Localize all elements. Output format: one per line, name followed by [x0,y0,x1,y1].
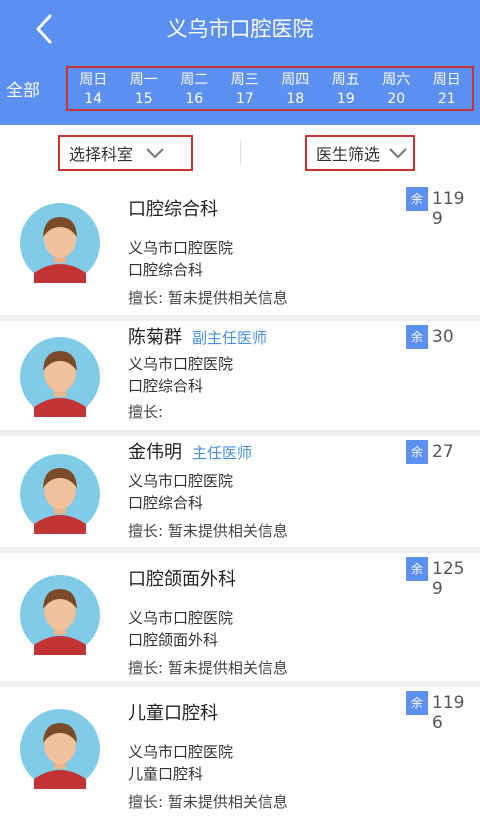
remaining-count: 27 [432,442,454,462]
skill-text: 擅长: [128,403,164,421]
remaining-count: 125 9 [432,559,465,599]
doctor-avatar-icon [20,575,100,655]
remaining-badge: 余 [406,325,428,349]
card-title: 口腔颌面外科 [128,569,236,590]
skill-text: 擅长: 暂未提供相关信息 [128,522,288,540]
department-name: 口腔颌面外科 [128,631,219,649]
skill-text: 擅长: 暂未提供相关信息 [128,289,288,307]
list-item[interactable]: 陈菊群 副主任医师 义乌市口腔医院 口腔综合科 擅长: 余 30 [0,315,480,430]
filter-bar: 选择科室 医生筛选 [0,125,480,183]
remaining-badge: 余 [406,440,428,464]
list-item[interactable]: 口腔颌面外科 义乌市口腔医院 口腔颌面外科 擅长: 暂未提供相关信息 余 125… [0,547,480,681]
filter-divider [240,141,241,165]
department-filter-label: 选择科室 [69,145,134,164]
page-title: 义乌市口腔医院 [166,17,314,41]
chevron-down-icon [146,148,164,159]
doctor-rank: 副主任医师 [192,329,268,347]
department-name: 口腔综合科 [128,377,204,395]
hospital-name: 义乌市口腔医院 [128,609,234,627]
date-tab[interactable]: 周五 19 [321,68,372,109]
doctor-avatar-icon [20,203,100,283]
date-selector: 周日 14 周一 15 周二 16 周三 17 周四 18 周五 19 周六 20 周日 21 [66,66,474,111]
list-item[interactable]: 金伟明 主任医师 义乌市口腔医院 口腔综合科 擅长: 暂未提供相关信息 余 27 [0,430,480,547]
hospital-name: 义乌市口腔医院 [128,239,234,257]
doctor-avatar-icon [20,337,100,417]
card-title: 金伟明 主任医师 [128,442,253,463]
hospital-name: 义乌市口腔医院 [128,472,234,490]
skill-text: 擅长: 暂未提供相关信息 [128,793,288,811]
doctor-rank: 主任医师 [192,444,253,462]
department-filter-dropdown[interactable]: 选择科室 [58,135,193,171]
remaining-count: 119 6 [432,693,465,733]
hospital-name: 义乌市口腔医院 [128,743,234,761]
list-item[interactable]: 口腔综合科 义乌市口腔医院 口腔综合科 擅长: 暂未提供相关信息 余 119 9 [0,183,480,315]
doctor-list: 口腔综合科 义乌市口腔医院 口腔综合科 擅长: 暂未提供相关信息 余 119 9 … [0,183,480,816]
chevron-down-icon [389,148,407,159]
top-header: 义乌市口腔医院 全部 周日 14 周一 15 周二 16 周三 17 周四 18 周五 19… [0,0,480,125]
doctor-avatar-icon [20,454,100,534]
remaining-badge: 余 [406,691,428,715]
doctor-filter-dropdown[interactable]: 医生筛选 [305,135,415,171]
remaining-count: 30 [432,327,454,347]
date-tab[interactable]: 周日 14 [68,68,119,109]
date-tab[interactable]: 周三 17 [220,68,271,109]
department-name: 口腔综合科 [128,261,204,279]
remaining-badge: 余 [406,187,428,211]
date-tab[interactable]: 周一 15 [119,68,170,109]
doctor-avatar-icon [20,709,100,789]
doctor-filter-label: 医生筛选 [316,145,381,164]
card-title: 口腔综合科 [128,199,218,220]
card-title: 儿童口腔科 [128,703,218,724]
date-tab[interactable]: 周四 18 [270,68,321,109]
skill-text: 擅长: 暂未提供相关信息 [128,659,288,677]
card-title: 陈菊群 副主任医师 [128,327,268,348]
date-tab[interactable]: 周二 16 [169,68,220,109]
list-item[interactable]: 儿童口腔科 义乌市口腔医院 儿童口腔科 擅长: 暂未提供相关信息 余 119 6 [0,681,480,816]
hospital-name: 义乌市口腔医院 [128,355,234,373]
remaining-badge: 余 [406,557,428,581]
remaining-count: 119 9 [432,189,465,229]
all-dates-tab[interactable]: 全部 [6,80,40,102]
date-tab[interactable]: 周日 21 [422,68,473,109]
department-name: 儿童口腔科 [128,765,204,783]
date-tab[interactable]: 周六 20 [371,68,422,109]
department-name: 口腔综合科 [128,494,204,512]
